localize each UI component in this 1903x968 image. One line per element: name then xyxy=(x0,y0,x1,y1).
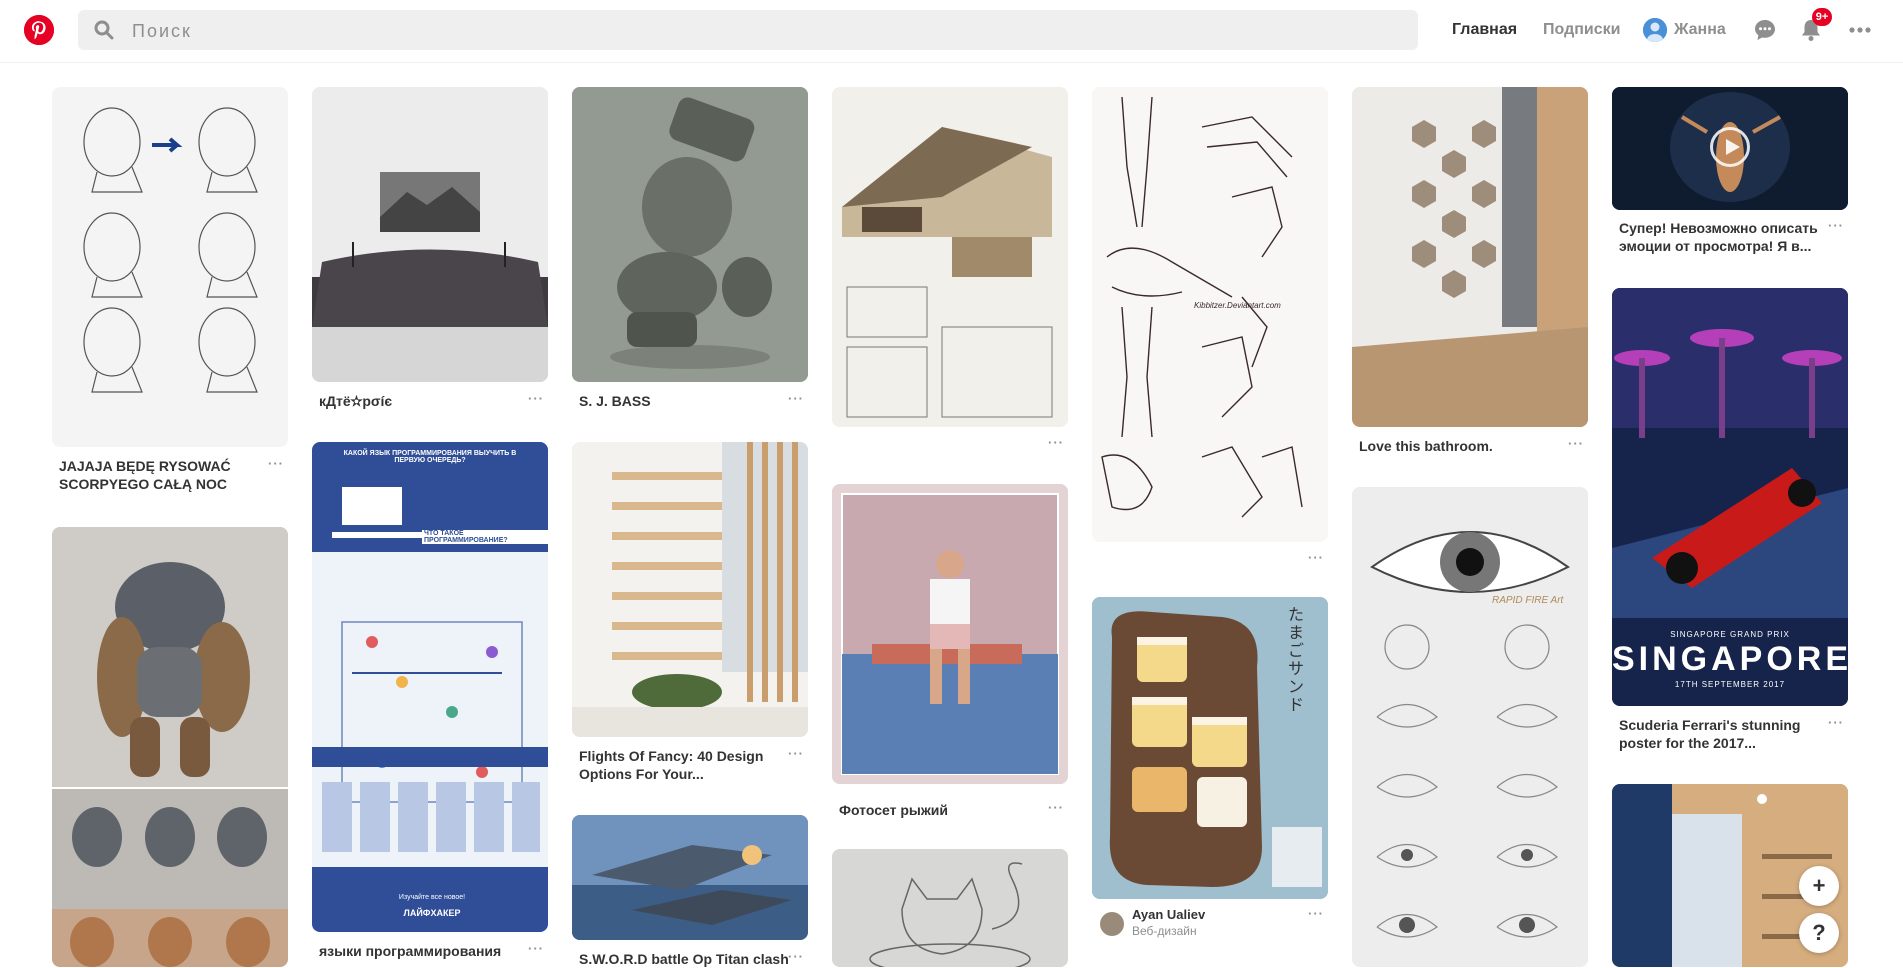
infographic-heading: КАКОЙ ЯЗЫК ПРОГРАММИРОВАНИЯ ВЫУЧИТЬ В ПЕ… xyxy=(343,450,517,464)
pin-image-robot[interactable] xyxy=(52,527,288,967)
pin-more-button[interactable]: ··· xyxy=(788,747,808,760)
magazine-title: たまごサンド xyxy=(1288,607,1305,714)
more-options-icon[interactable] xyxy=(1846,16,1874,44)
pin-title[interactable]: кДтё✫рσíє xyxy=(319,392,519,410)
pin-title[interactable]: Супер! Невозможно описать эмоции от прос… xyxy=(1619,219,1819,255)
pin-image-sculpture[interactable] xyxy=(572,87,808,382)
pin-more-button[interactable]: ··· xyxy=(1048,436,1068,449)
image-watermark: Kibbitzer.Deviantart.com xyxy=(1194,301,1281,310)
pin-author-avatar[interactable] xyxy=(1100,912,1124,936)
pin-title[interactable]: Flights Of Fancy: 40 Design Options For … xyxy=(579,747,779,783)
help-button[interactable]: ? xyxy=(1799,913,1839,953)
poster-subtitle: SINGAPORE GRAND PRIX xyxy=(1670,630,1790,639)
pin-image-sandwich-magazine[interactable]: たまごサンド xyxy=(1092,597,1328,899)
pin-image-legs-drawing[interactable]: Kibbitzer.Deviantart.com xyxy=(1092,87,1328,542)
pin-more-button[interactable]: ··· xyxy=(1568,437,1588,450)
pin-more-button[interactable]: ··· xyxy=(788,392,808,405)
pin-image-bathroom[interactable] xyxy=(1352,87,1588,427)
search-icon xyxy=(94,20,114,40)
profile-name-link[interactable]: Жанна xyxy=(1674,21,1726,39)
pin-image-cat-sketch[interactable] xyxy=(832,849,1068,967)
pin-more-button[interactable]: ··· xyxy=(1308,907,1328,920)
pin-image-infographic[interactable]: КАКОЙ ЯЗЫК ПРОГРАММИРОВАНИЯ ВЫУЧИТЬ В ПЕ… xyxy=(312,442,548,932)
pin-more-button[interactable]: ··· xyxy=(528,942,548,955)
pin-title[interactable]: Love this bathroom. xyxy=(1359,437,1559,455)
pin-image-staircase[interactable] xyxy=(572,442,808,737)
pin-image-architecture-sketch[interactable] xyxy=(832,87,1068,427)
nav-following-link[interactable]: Подписки xyxy=(1543,21,1620,39)
search-bar[interactable] xyxy=(78,10,1418,52)
pin-more-button[interactable]: ··· xyxy=(1828,716,1848,729)
pin-image-fashion-photo[interactable] xyxy=(832,484,1068,784)
nav-home-link[interactable]: Главная xyxy=(1452,21,1517,39)
pin-more-button[interactable]: ··· xyxy=(1308,551,1328,564)
image-watermark: RAPID FIRE Art xyxy=(1492,595,1564,606)
poster-title: SINGAPORE xyxy=(1612,640,1848,678)
pin-more-button[interactable]: ··· xyxy=(788,950,808,963)
pin-more-button[interactable]: ··· xyxy=(528,392,548,405)
poster-date: 17TH SEPTEMBER 2017 xyxy=(1674,680,1786,689)
pin-title[interactable]: языки программирования xyxy=(319,942,519,960)
pin-board-name[interactable]: Веб-дизайн xyxy=(1132,924,1197,938)
pin-title[interactable]: S. J. BASS xyxy=(579,392,779,410)
avatar[interactable] xyxy=(1643,18,1667,42)
pin-image-spaceships[interactable] xyxy=(572,815,808,940)
pin-more-button[interactable]: ··· xyxy=(1828,219,1848,232)
infographic-brand: ЛАЙФХАКЕР xyxy=(403,908,461,918)
top-bar: Главная Подписки Жанна 9+ xyxy=(0,0,1903,63)
pin-image-singapore-poster[interactable]: SINGAPORE GRAND PRIX SINGAPORE 17TH SEPT… xyxy=(1612,288,1848,706)
infographic-cta: Изучайте все новое! xyxy=(398,894,466,901)
pin-more-button[interactable]: ··· xyxy=(1048,801,1068,814)
search-input[interactable] xyxy=(130,10,1404,52)
pin-title[interactable]: S.W.O.R.D battle Op Titan clash xyxy=(579,950,789,968)
pin-image-bedroom[interactable] xyxy=(312,87,548,382)
video-play-icon[interactable] xyxy=(1710,127,1750,167)
pinterest-logo-icon[interactable] xyxy=(24,15,54,45)
pin-author-name[interactable]: Ayan Ualiev xyxy=(1132,906,1332,924)
pin-title[interactable]: JAJAJA BĘDĘ RYSOWAĆ SCORPYEGO CAŁĄ NOC xyxy=(59,457,259,493)
add-pin-button[interactable]: + xyxy=(1799,866,1839,906)
notification-badge: 9+ xyxy=(1812,8,1832,26)
messages-icon[interactable] xyxy=(1751,16,1779,44)
pin-image-eye-drawing[interactable]: RAPID FIRE Art xyxy=(1352,487,1588,967)
pin-title[interactable]: Scuderia Ferrari's stunning poster for t… xyxy=(1619,716,1819,752)
infographic-question: ЧТО ТАКОЕ ПРОГРАММИРОВАНИЕ? xyxy=(422,530,548,544)
pin-image-head-drawing[interactable] xyxy=(52,87,288,447)
pin-more-button[interactable]: ··· xyxy=(268,457,288,470)
pin-title[interactable]: Фотосет рыжий xyxy=(839,801,1039,819)
